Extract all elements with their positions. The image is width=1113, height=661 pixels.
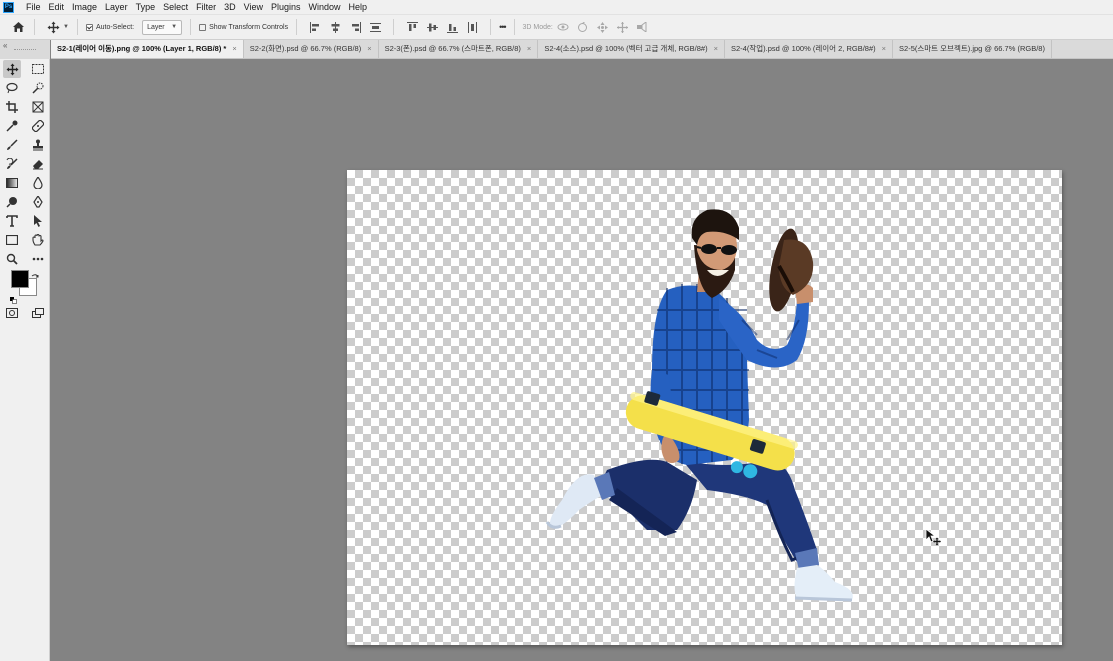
photoshop-logo-icon: Ps: [3, 1, 14, 13]
home-icon[interactable]: [10, 19, 26, 35]
separator: [34, 19, 35, 35]
document-tab-s2-3[interactable]: S2-3(폰).psd @ 66.7% (스마트폰, RGB/8) ×: [379, 40, 539, 58]
more-options-icon[interactable]: •••: [499, 22, 507, 32]
document-tab-bar: S2-1(레이어 이동).png @ 100% (Layer 1, RGB/8)…: [51, 40, 1113, 59]
auto-select-checkbox[interactable]: [85, 23, 93, 31]
scale-3d-icon: [636, 20, 650, 34]
separator: [490, 19, 492, 35]
menu-plugins[interactable]: Plugins: [267, 0, 305, 14]
tools-panel: [0, 59, 50, 661]
align-vertical-centers-icon[interactable]: [425, 20, 439, 34]
slide-3d-icon: [616, 20, 630, 34]
lasso-tool-icon[interactable]: [3, 79, 21, 97]
menu-file[interactable]: File: [22, 0, 45, 14]
panel-collapse-strip: «: [0, 40, 50, 59]
clone-stamp-tool-icon[interactable]: [29, 136, 47, 154]
roll-3d-icon: [576, 20, 590, 34]
document-canvas[interactable]: [347, 170, 1062, 645]
hand-tool-icon[interactable]: [29, 231, 47, 249]
orbit-3d-icon: [556, 20, 570, 34]
document-tab-s2-4-work[interactable]: S2-4(작업).psd @ 100% (레이어 2, RGB/8#) ×: [725, 40, 894, 58]
close-icon[interactable]: ×: [367, 40, 371, 58]
collapse-panels-icon[interactable]: «: [3, 41, 7, 50]
align-bottom-edges-icon[interactable]: [445, 20, 459, 34]
jumping-man-with-skateboard-image[interactable]: [347, 170, 1062, 645]
document-tab-label: S2-3(폰).psd @ 66.7% (스마트폰, RGB/8): [384, 44, 521, 53]
document-tab-label: S2-2(화면).psd @ 66.7% (RGB/8): [249, 44, 362, 53]
document-tab-label: S2-4(작업).psd @ 100% (레이어 2, RGB/8#): [730, 44, 876, 53]
chevron-down-icon: ▼: [171, 23, 178, 30]
pan-3d-icon: [596, 20, 610, 34]
menu-help[interactable]: Help: [345, 0, 372, 14]
separator: [393, 19, 395, 35]
rectangle-tool-icon[interactable]: [3, 231, 21, 249]
foreground-color-swatch[interactable]: [11, 270, 29, 288]
type-tool-icon[interactable]: [3, 212, 21, 230]
close-icon[interactable]: ×: [882, 40, 886, 58]
separator: [76, 19, 78, 35]
menu-select[interactable]: Select: [159, 0, 192, 14]
pen-tool-icon[interactable]: [29, 193, 47, 211]
menu-edit[interactable]: Edit: [45, 0, 69, 14]
color-swatches: [10, 269, 40, 304]
eraser-tool-icon[interactable]: [29, 155, 47, 173]
menu-3d[interactable]: 3D: [220, 0, 240, 14]
move-tool-preset-icon[interactable]: [46, 20, 60, 34]
menu-bar: Ps File Edit Image Layer Type Select Fil…: [0, 0, 1113, 14]
separator: [513, 19, 515, 35]
eyedropper-tool-icon[interactable]: [3, 117, 21, 135]
distribute-vertical-icon[interactable]: [368, 20, 382, 34]
align-horizontal-centers-icon[interactable]: [328, 20, 342, 34]
document-tab-label: S2-1(레이어 이동).png @ 100% (Layer 1, RGB/8)…: [57, 44, 227, 53]
close-icon[interactable]: ×: [527, 40, 531, 58]
quick-mask-mode-icon[interactable]: [3, 304, 21, 322]
crop-tool-icon[interactable]: [3, 98, 21, 116]
document-tab-s2-4-source[interactable]: S2-4(소스).psd @ 100% (벡터 고급 개체, RGB/8#) ×: [538, 40, 725, 58]
close-icon[interactable]: ×: [232, 40, 236, 58]
zoom-tool-icon[interactable]: [3, 250, 21, 268]
document-tab-s2-1[interactable]: S2-1(레이어 이동).png @ 100% (Layer 1, RGB/8)…: [51, 40, 244, 58]
document-tab-label: S2-4(소스).psd @ 100% (벡터 고급 개체, RGB/8#): [544, 44, 708, 53]
show-transform-controls-label: Show Transform Controls: [209, 23, 289, 31]
options-bar: ▼ Auto-Select: Layer ▼ Show Transform Co…: [0, 14, 1113, 40]
align-left-edges-icon[interactable]: [308, 20, 322, 34]
align-right-edges-icon[interactable]: [348, 20, 362, 34]
auto-select-target-value: Layer: [147, 23, 165, 31]
brush-tool-icon[interactable]: [3, 136, 21, 154]
close-icon[interactable]: ×: [714, 40, 718, 58]
screen-mode-icon[interactable]: [29, 304, 47, 322]
frame-tool-icon[interactable]: [29, 98, 47, 116]
chevron-down-icon[interactable]: ▼: [63, 24, 69, 30]
dodge-tool-icon[interactable]: [3, 193, 21, 211]
menu-window[interactable]: Window: [305, 0, 345, 14]
blur-tool-icon[interactable]: [29, 174, 47, 192]
toolbar-grip[interactable]: [14, 49, 36, 50]
document-tab-label: S2-5(스마트 오브젝트).jpg @ 66.7% (RGB/8): [899, 44, 1045, 53]
auto-select-label: Auto-Select:: [95, 23, 135, 31]
quick-select-tool-icon[interactable]: [29, 79, 47, 97]
align-top-edges-icon[interactable]: [405, 20, 419, 34]
menu-type[interactable]: Type: [132, 0, 160, 14]
more-tools-icon[interactable]: [29, 250, 47, 268]
3d-mode-label: 3D Mode:: [522, 23, 553, 31]
document-workspace[interactable]: [51, 59, 1113, 661]
marquee-tool-icon[interactable]: [29, 60, 47, 78]
document-tab-s2-5[interactable]: S2-5(스마트 오브젝트).jpg @ 66.7% (RGB/8): [893, 40, 1052, 58]
show-transform-controls-checkbox[interactable]: [199, 23, 207, 31]
menu-layer[interactable]: Layer: [101, 0, 132, 14]
separator: [296, 19, 298, 35]
menu-view[interactable]: View: [240, 0, 267, 14]
menu-filter[interactable]: Filter: [192, 0, 220, 14]
auto-select-target-dropdown[interactable]: Layer ▼: [142, 19, 183, 35]
move-cursor-icon: [925, 528, 941, 551]
gradient-tool-icon[interactable]: [3, 174, 21, 192]
move-tool-icon[interactable]: [3, 60, 21, 78]
separator: [190, 19, 192, 35]
path-select-tool-icon[interactable]: [29, 212, 47, 230]
distribute-horizontal-icon[interactable]: [465, 20, 479, 34]
menu-image[interactable]: Image: [68, 0, 101, 14]
history-brush-tool-icon[interactable]: [3, 155, 21, 173]
document-tab-s2-2[interactable]: S2-2(화면).psd @ 66.7% (RGB/8) ×: [244, 40, 379, 58]
healing-brush-tool-icon[interactable]: [29, 117, 47, 135]
